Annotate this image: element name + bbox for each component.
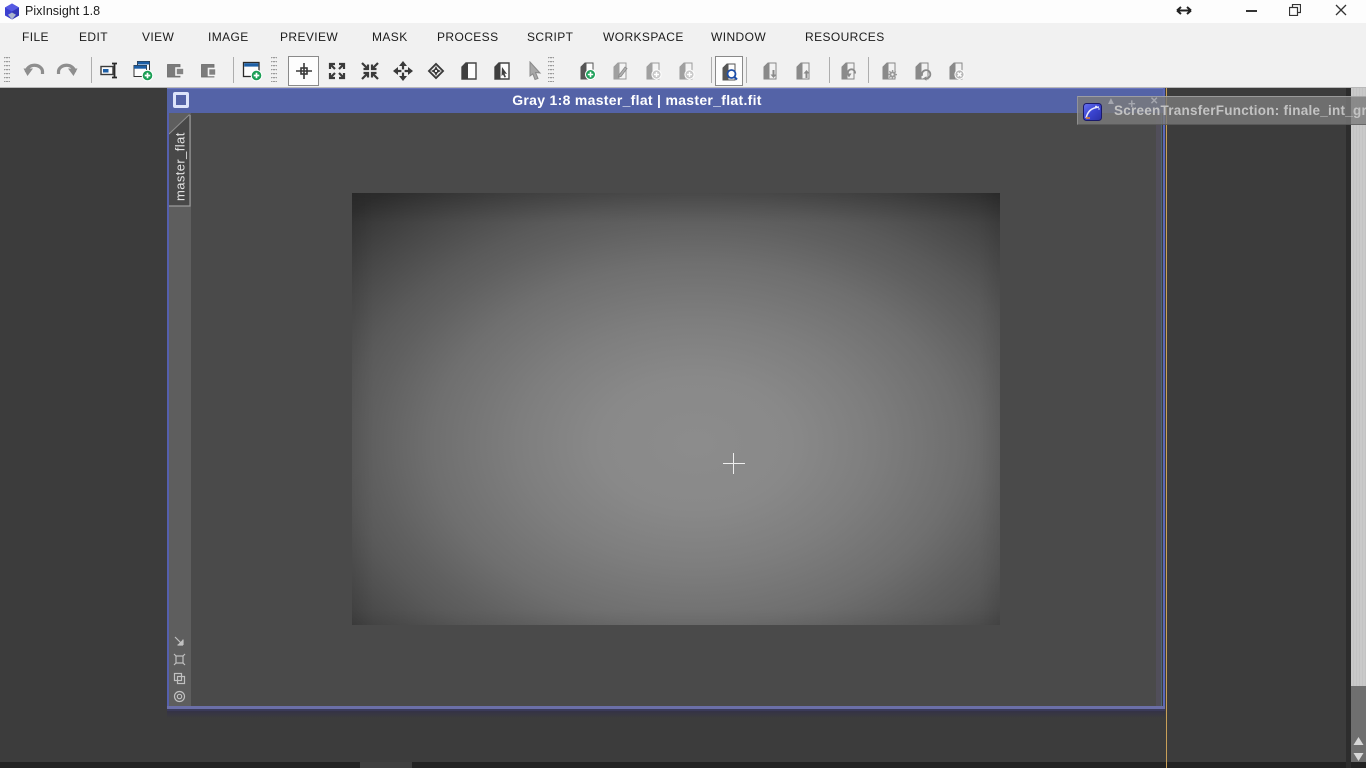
svg-text:master_flat: master_flat bbox=[173, 132, 188, 201]
